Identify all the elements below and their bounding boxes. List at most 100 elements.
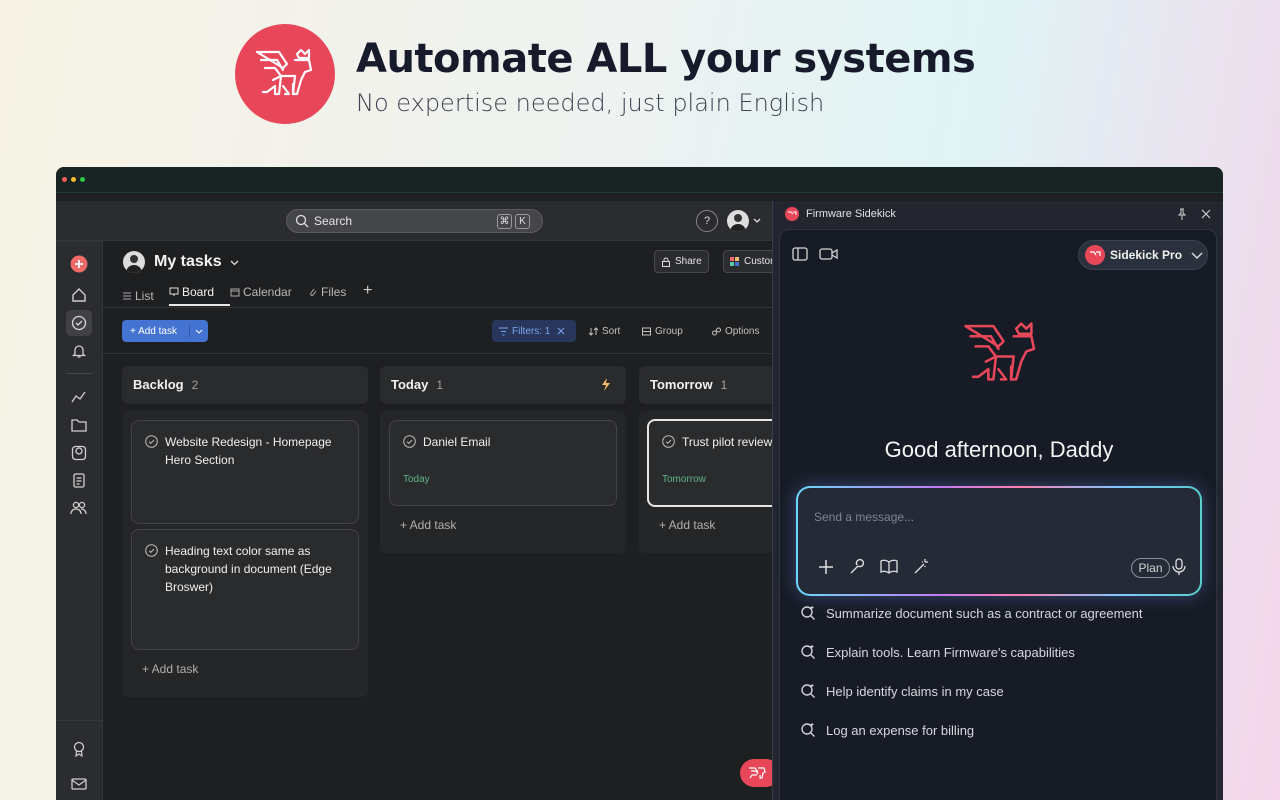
close-icon[interactable] bbox=[1201, 209, 1211, 219]
achievement-icon[interactable] bbox=[69, 739, 89, 759]
filters-button[interactable]: Filters: 1 bbox=[492, 320, 576, 342]
options-label: Options bbox=[725, 326, 760, 337]
due-date: Tomorrow bbox=[662, 474, 706, 485]
suggestion-item[interactable]: Explain tools. Learn Firmware's capabili… bbox=[800, 644, 1075, 660]
tab-board-label: Board bbox=[182, 285, 215, 299]
reporting-icon[interactable] bbox=[69, 387, 89, 407]
tab-list[interactable]: List bbox=[122, 285, 169, 306]
maximize-window-button[interactable] bbox=[80, 177, 85, 182]
column-name: Backlog bbox=[133, 377, 184, 392]
column-count: 1 bbox=[720, 378, 728, 392]
complete-check-icon[interactable] bbox=[145, 435, 158, 448]
plan-button[interactable]: Plan bbox=[1131, 558, 1170, 578]
lightning-icon[interactable] bbox=[601, 378, 611, 391]
bell-icon[interactable] bbox=[69, 341, 89, 361]
suggestion-text: Help identify claims in my case bbox=[826, 683, 1004, 699]
minimize-window-button[interactable] bbox=[71, 177, 76, 182]
task-title: Trust pilot review bbox=[682, 435, 773, 449]
window-titlebar bbox=[56, 167, 1223, 193]
due-date: Today bbox=[403, 474, 430, 485]
add-task-link[interactable]: + Add task bbox=[142, 662, 198, 676]
winged-lion-logo bbox=[964, 322, 1036, 381]
title-chevron-icon[interactable] bbox=[230, 260, 239, 266]
tab-board[interactable]: Board bbox=[169, 285, 230, 306]
add-tab-button[interactable]: + bbox=[363, 283, 372, 306]
create-plus-icon[interactable] bbox=[69, 254, 89, 274]
hero-subtitle: No expertise needed, just plain English bbox=[356, 89, 825, 117]
video-icon[interactable] bbox=[819, 248, 838, 260]
group-icon bbox=[642, 327, 651, 336]
page-title: My tasks bbox=[154, 253, 222, 270]
message-input[interactable]: Send a message... bbox=[814, 510, 914, 524]
sidebar-toggle-icon[interactable] bbox=[792, 247, 808, 261]
hero-title: Automate ALL your systems bbox=[356, 36, 976, 82]
sort-button[interactable]: Sort bbox=[589, 326, 620, 337]
tools-icon[interactable] bbox=[849, 558, 866, 575]
column-header-tomorrow: Tomorrow 1 bbox=[639, 366, 772, 404]
help-button[interactable]: ? bbox=[696, 210, 718, 232]
suggestion-item[interactable]: Log an expense for billing bbox=[800, 722, 974, 738]
list-icon bbox=[123, 292, 131, 299]
task-card[interactable]: Website Redesign - Homepage Hero Section bbox=[131, 420, 359, 524]
my-tasks-icon[interactable] bbox=[66, 310, 92, 336]
calendar-icon bbox=[230, 288, 240, 297]
sidekick-panel: Firmware Sidekick Sidekick Pro Good afte… bbox=[772, 201, 1223, 800]
options-button[interactable]: Options bbox=[712, 326, 759, 337]
magic-wand-icon[interactable] bbox=[913, 558, 930, 575]
search-label: Search bbox=[314, 214, 353, 228]
clipboard-icon[interactable] bbox=[69, 470, 89, 490]
tab-calendar-label: Calendar bbox=[243, 285, 292, 299]
sidekick-body: Sidekick Pro Good afternoon, Daddy Send … bbox=[779, 229, 1217, 800]
profile-icon[interactable] bbox=[69, 443, 89, 463]
mail-icon[interactable] bbox=[69, 774, 89, 794]
tab-files[interactable]: Files bbox=[308, 285, 363, 306]
complete-check-icon[interactable] bbox=[403, 435, 416, 448]
task-card-selected[interactable]: Trust pilot review Tomorrow bbox=[647, 419, 787, 507]
plan-selector[interactable]: Sidekick Pro bbox=[1078, 240, 1208, 270]
suggestion-item[interactable]: Summarize document such as a contract or… bbox=[800, 605, 1142, 621]
sort-label: Sort bbox=[602, 326, 621, 337]
book-icon[interactable] bbox=[880, 559, 898, 574]
suggestion-item[interactable]: Help identify claims in my case bbox=[800, 683, 1004, 699]
task-card[interactable]: Heading text color same as background in… bbox=[131, 529, 359, 650]
board-icon bbox=[169, 287, 179, 296]
close-window-button[interactable] bbox=[62, 177, 67, 182]
sidekick-title: Firmware Sidekick bbox=[806, 208, 896, 220]
complete-check-icon[interactable] bbox=[145, 544, 158, 557]
tab-calendar[interactable]: Calendar bbox=[230, 285, 308, 306]
chevron-down-icon[interactable] bbox=[753, 218, 761, 224]
pin-icon[interactable] bbox=[1177, 208, 1187, 220]
team-icon[interactable] bbox=[69, 498, 89, 518]
add-task-link[interactable]: + Add task bbox=[400, 518, 456, 532]
plus-icon[interactable] bbox=[818, 559, 834, 575]
sort-icon bbox=[589, 327, 598, 336]
clear-filter-icon[interactable] bbox=[557, 327, 565, 335]
microphone-icon[interactable] bbox=[1172, 558, 1186, 576]
add-task-button[interactable]: + Add task bbox=[122, 320, 208, 342]
sidekick-logo-icon bbox=[785, 207, 799, 221]
grid-color-icon bbox=[730, 256, 739, 266]
suggestion-text: Log an expense for billing bbox=[826, 722, 975, 738]
app-window: Search ⌘ K ? My tasks Share Custom List bbox=[56, 167, 1223, 800]
filter-icon bbox=[499, 327, 508, 335]
task-card[interactable]: Daniel Email Today bbox=[389, 420, 617, 506]
home-icon[interactable] bbox=[69, 285, 89, 305]
sparkle-search-icon bbox=[801, 645, 815, 659]
column-header-backlog: Backlog 2 bbox=[122, 366, 368, 404]
winged-lion-icon bbox=[749, 767, 766, 779]
search-bar[interactable]: Search ⌘ K bbox=[286, 209, 543, 233]
top-bar: Search ⌘ K ? bbox=[56, 201, 772, 241]
plan-name: Sidekick Pro bbox=[1110, 248, 1183, 262]
sparkle-search-icon bbox=[801, 723, 815, 737]
column-name: Tomorrow bbox=[650, 377, 713, 392]
add-task-chevron-icon[interactable] bbox=[195, 329, 203, 334]
group-button[interactable]: Group bbox=[642, 326, 683, 337]
sparkle-search-icon bbox=[801, 606, 815, 620]
add-task-link[interactable]: + Add task bbox=[659, 518, 715, 532]
greeting: Good afternoon, Daddy bbox=[884, 437, 1114, 462]
folder-icon[interactable] bbox=[69, 415, 89, 435]
user-avatar[interactable] bbox=[727, 210, 749, 232]
complete-check-icon[interactable] bbox=[662, 435, 675, 448]
share-button[interactable]: Share bbox=[654, 250, 709, 273]
column-name: Today bbox=[391, 377, 429, 392]
